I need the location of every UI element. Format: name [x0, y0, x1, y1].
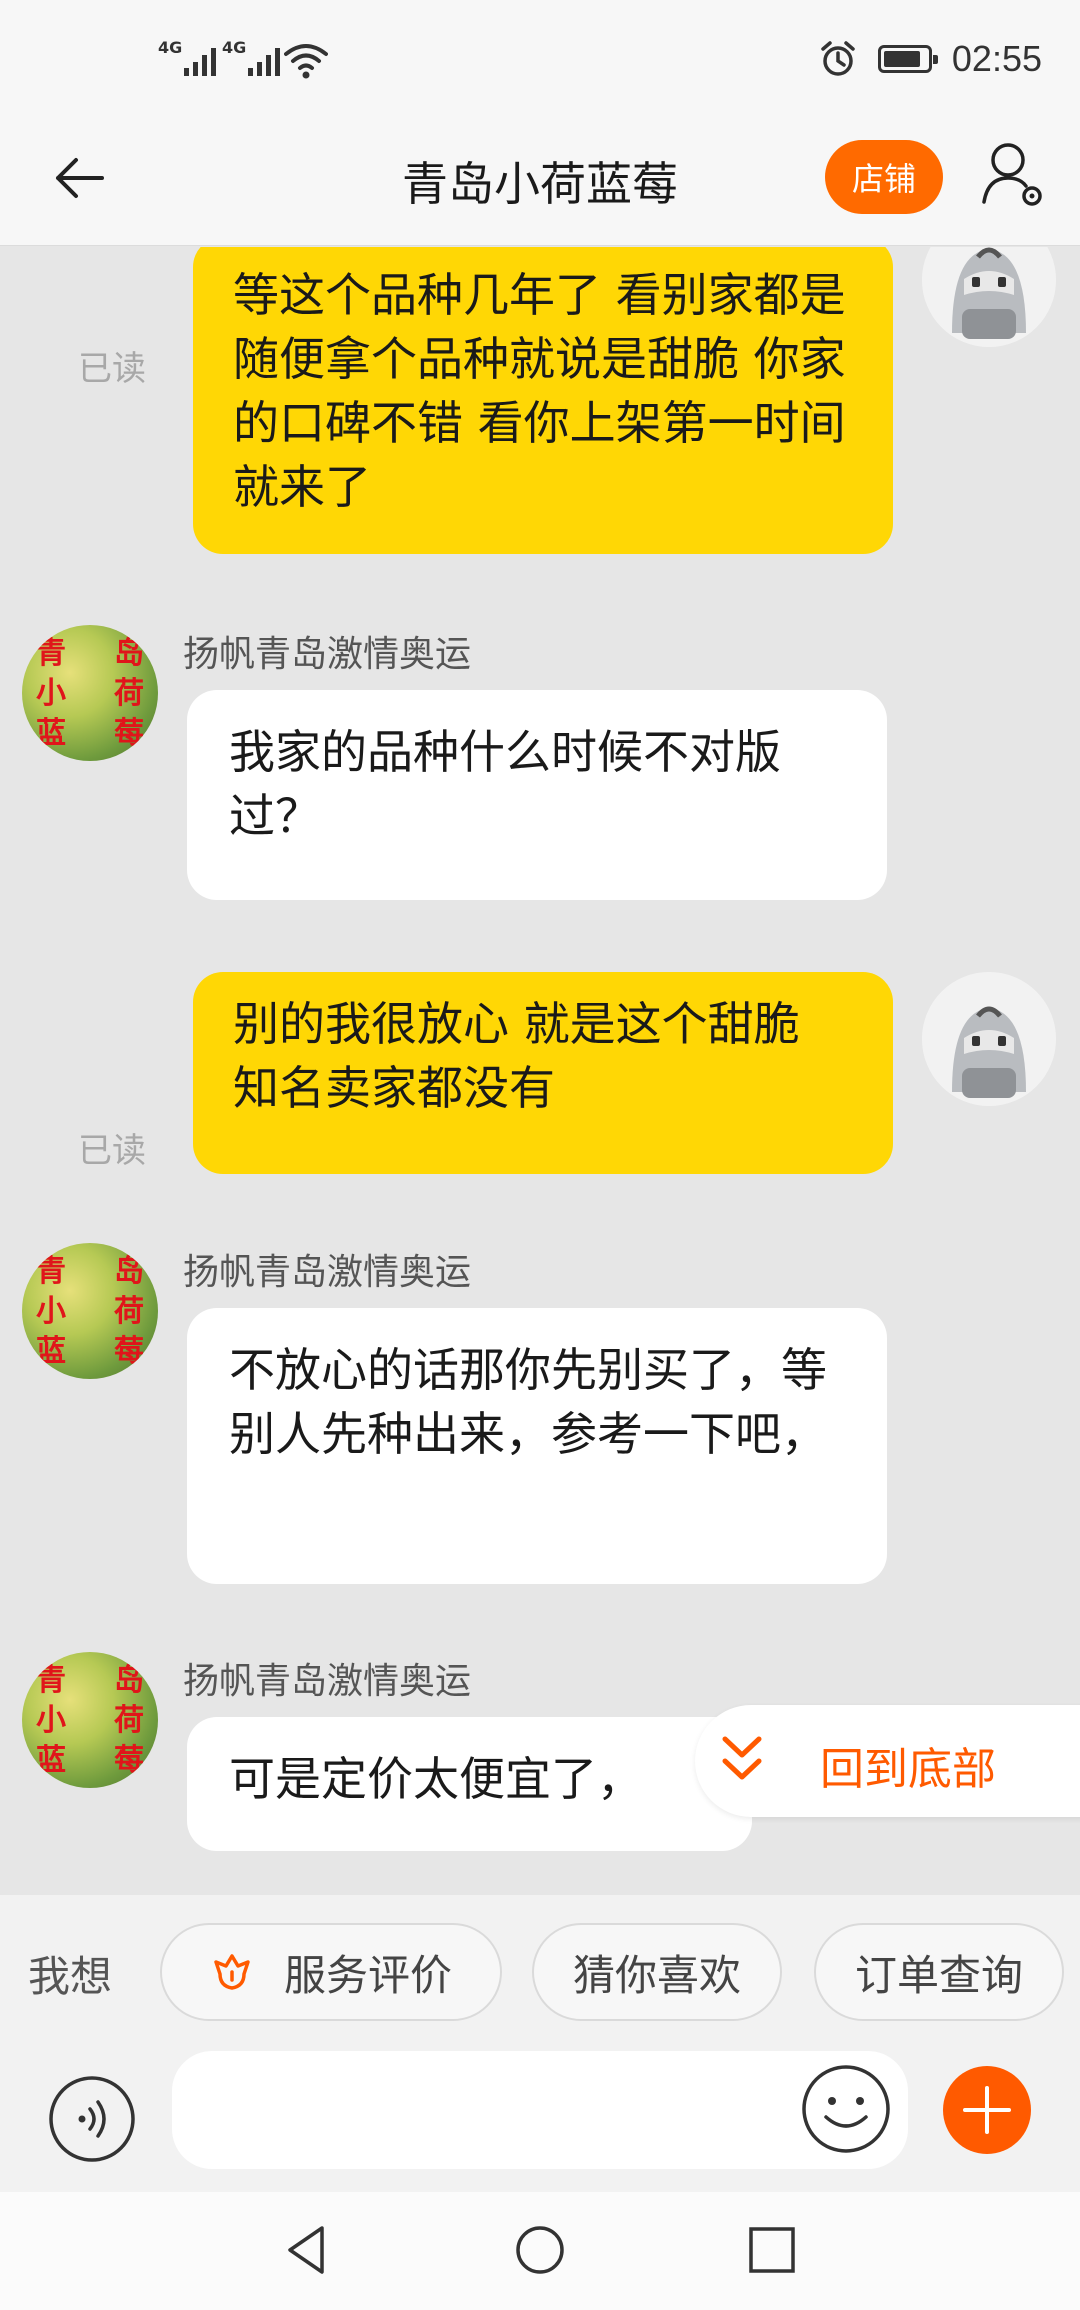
- shop-avatar[interactable]: 青岛 小荷 蓝莓: [22, 1243, 158, 1379]
- status-bar: 4G 4G 02:55: [0, 0, 1080, 118]
- quick-reply-recommendations[interactable]: 猜你喜欢: [532, 1923, 782, 2021]
- nav-home-icon[interactable]: [510, 2220, 570, 2280]
- status-time: 02:55: [951, 38, 1042, 79]
- battery-fill: [883, 51, 920, 67]
- quick-reply-service-rating[interactable]: 服务评价: [160, 1923, 502, 2021]
- incoming-message-bubble[interactable]: 可是定价太便宜了，: [187, 1717, 752, 1851]
- network-type-label: 4G: [158, 38, 183, 57]
- shop-avatar[interactable]: 青岛 小荷 蓝莓: [22, 625, 158, 761]
- shop-avatar-text: 青岛 小荷 蓝莓: [36, 636, 144, 751]
- message-text-input[interactable]: [172, 2051, 908, 2169]
- outgoing-message-bubble[interactable]: 等这个品种几年了 看别家都是随便拿个品种就说是甜脆 你家的口碑不错 看你上架第一…: [193, 247, 893, 554]
- double-chevron-down-icon: [722, 1736, 762, 1780]
- message-text: 别的我很放心 就是这个甜脆 知名卖家都没有: [233, 997, 800, 1115]
- back-to-bottom-label: 回到底部: [820, 1744, 996, 1795]
- chip-label: 猜你喜欢: [572, 1950, 741, 2000]
- chip-label: 订单查询: [854, 1950, 1023, 2000]
- more-actions-button[interactable]: [943, 2066, 1031, 2154]
- user-settings-icon[interactable]: [980, 140, 1046, 210]
- my-avatar[interactable]: [922, 247, 1056, 347]
- message-text: 不放心的话那你先别买了，等别人先种出来，参考一下吧，: [229, 1343, 827, 1461]
- signal-bars-icon: [248, 46, 280, 76]
- sender-name: 扬帆青岛激情奥运: [183, 1661, 472, 1702]
- message-text: 可是定价太便宜了，: [229, 1752, 643, 1806]
- flower-icon: [214, 1954, 250, 1990]
- plus-icon: [963, 2086, 1011, 2134]
- incoming-message-bubble[interactable]: 我家的品种什么时候不对版过？: [187, 690, 887, 900]
- sender-name: 扬帆青岛激情奥运: [183, 1252, 472, 1293]
- shop-avatar-text: 青岛 小荷 蓝莓: [36, 1663, 144, 1778]
- ninja-avatar-icon: [922, 247, 1056, 347]
- nav-back-icon[interactable]: [278, 2220, 338, 2280]
- quick-reply-order-query[interactable]: 订单查询: [814, 1923, 1064, 2021]
- emoji-icon[interactable]: [800, 2063, 892, 2155]
- network-type-label: 4G: [222, 38, 247, 57]
- status-right-group: 02:55: [818, 38, 1042, 80]
- system-nav-bar: [0, 2192, 1080, 2310]
- alarm-icon: [821, 41, 855, 76]
- incoming-message-bubble[interactable]: 不放心的话那你先别买了，等别人先种出来，参考一下吧，: [187, 1308, 887, 1584]
- read-receipt: 已读: [78, 1131, 146, 1171]
- outgoing-message-bubble[interactable]: 别的我很放心 就是这个甜脆 知名卖家都没有: [193, 972, 893, 1174]
- chip-label: 服务评价: [283, 1950, 452, 2000]
- quick-reply-prefix: 我想: [28, 1952, 113, 2001]
- ninja-avatar-icon: [922, 972, 1056, 1106]
- battery-icon: [877, 45, 938, 73]
- chat-message-list[interactable]: 等这个品种几年了 看别家都是随便拿个品种就说是甜脆 你家的口碑不错 看你上架第一…: [0, 247, 1080, 1895]
- voice-icon[interactable]: [48, 2075, 136, 2163]
- back-to-bottom-button[interactable]: 回到底部: [695, 1705, 1080, 1817]
- chat-header: 青岛小荷蓝莓 店铺: [0, 118, 1080, 246]
- my-avatar[interactable]: [922, 972, 1056, 1106]
- quick-reply-bar: 我想 服务评价 猜你喜欢 订单查询: [0, 1895, 1080, 2049]
- message-text: 等这个品种几年了 看别家都是随便拿个品种就说是甜脆 你家的口碑不错 看你上架第一…: [233, 268, 846, 514]
- sender-name: 扬帆青岛激情奥运: [183, 634, 472, 675]
- store-button[interactable]: 店铺: [825, 140, 943, 214]
- message-text: 我家的品种什么时候不对版过？: [229, 725, 781, 843]
- nav-recents-icon[interactable]: [742, 2220, 802, 2280]
- shop-avatar-text: 青岛 小荷 蓝莓: [36, 1254, 144, 1369]
- signal-bars-icon: [184, 46, 216, 76]
- wifi-icon: [284, 44, 328, 79]
- read-receipt: 已读: [78, 349, 146, 389]
- shop-avatar[interactable]: 青岛 小荷 蓝莓: [22, 1652, 158, 1788]
- message-input-bar: [0, 2049, 1080, 2192]
